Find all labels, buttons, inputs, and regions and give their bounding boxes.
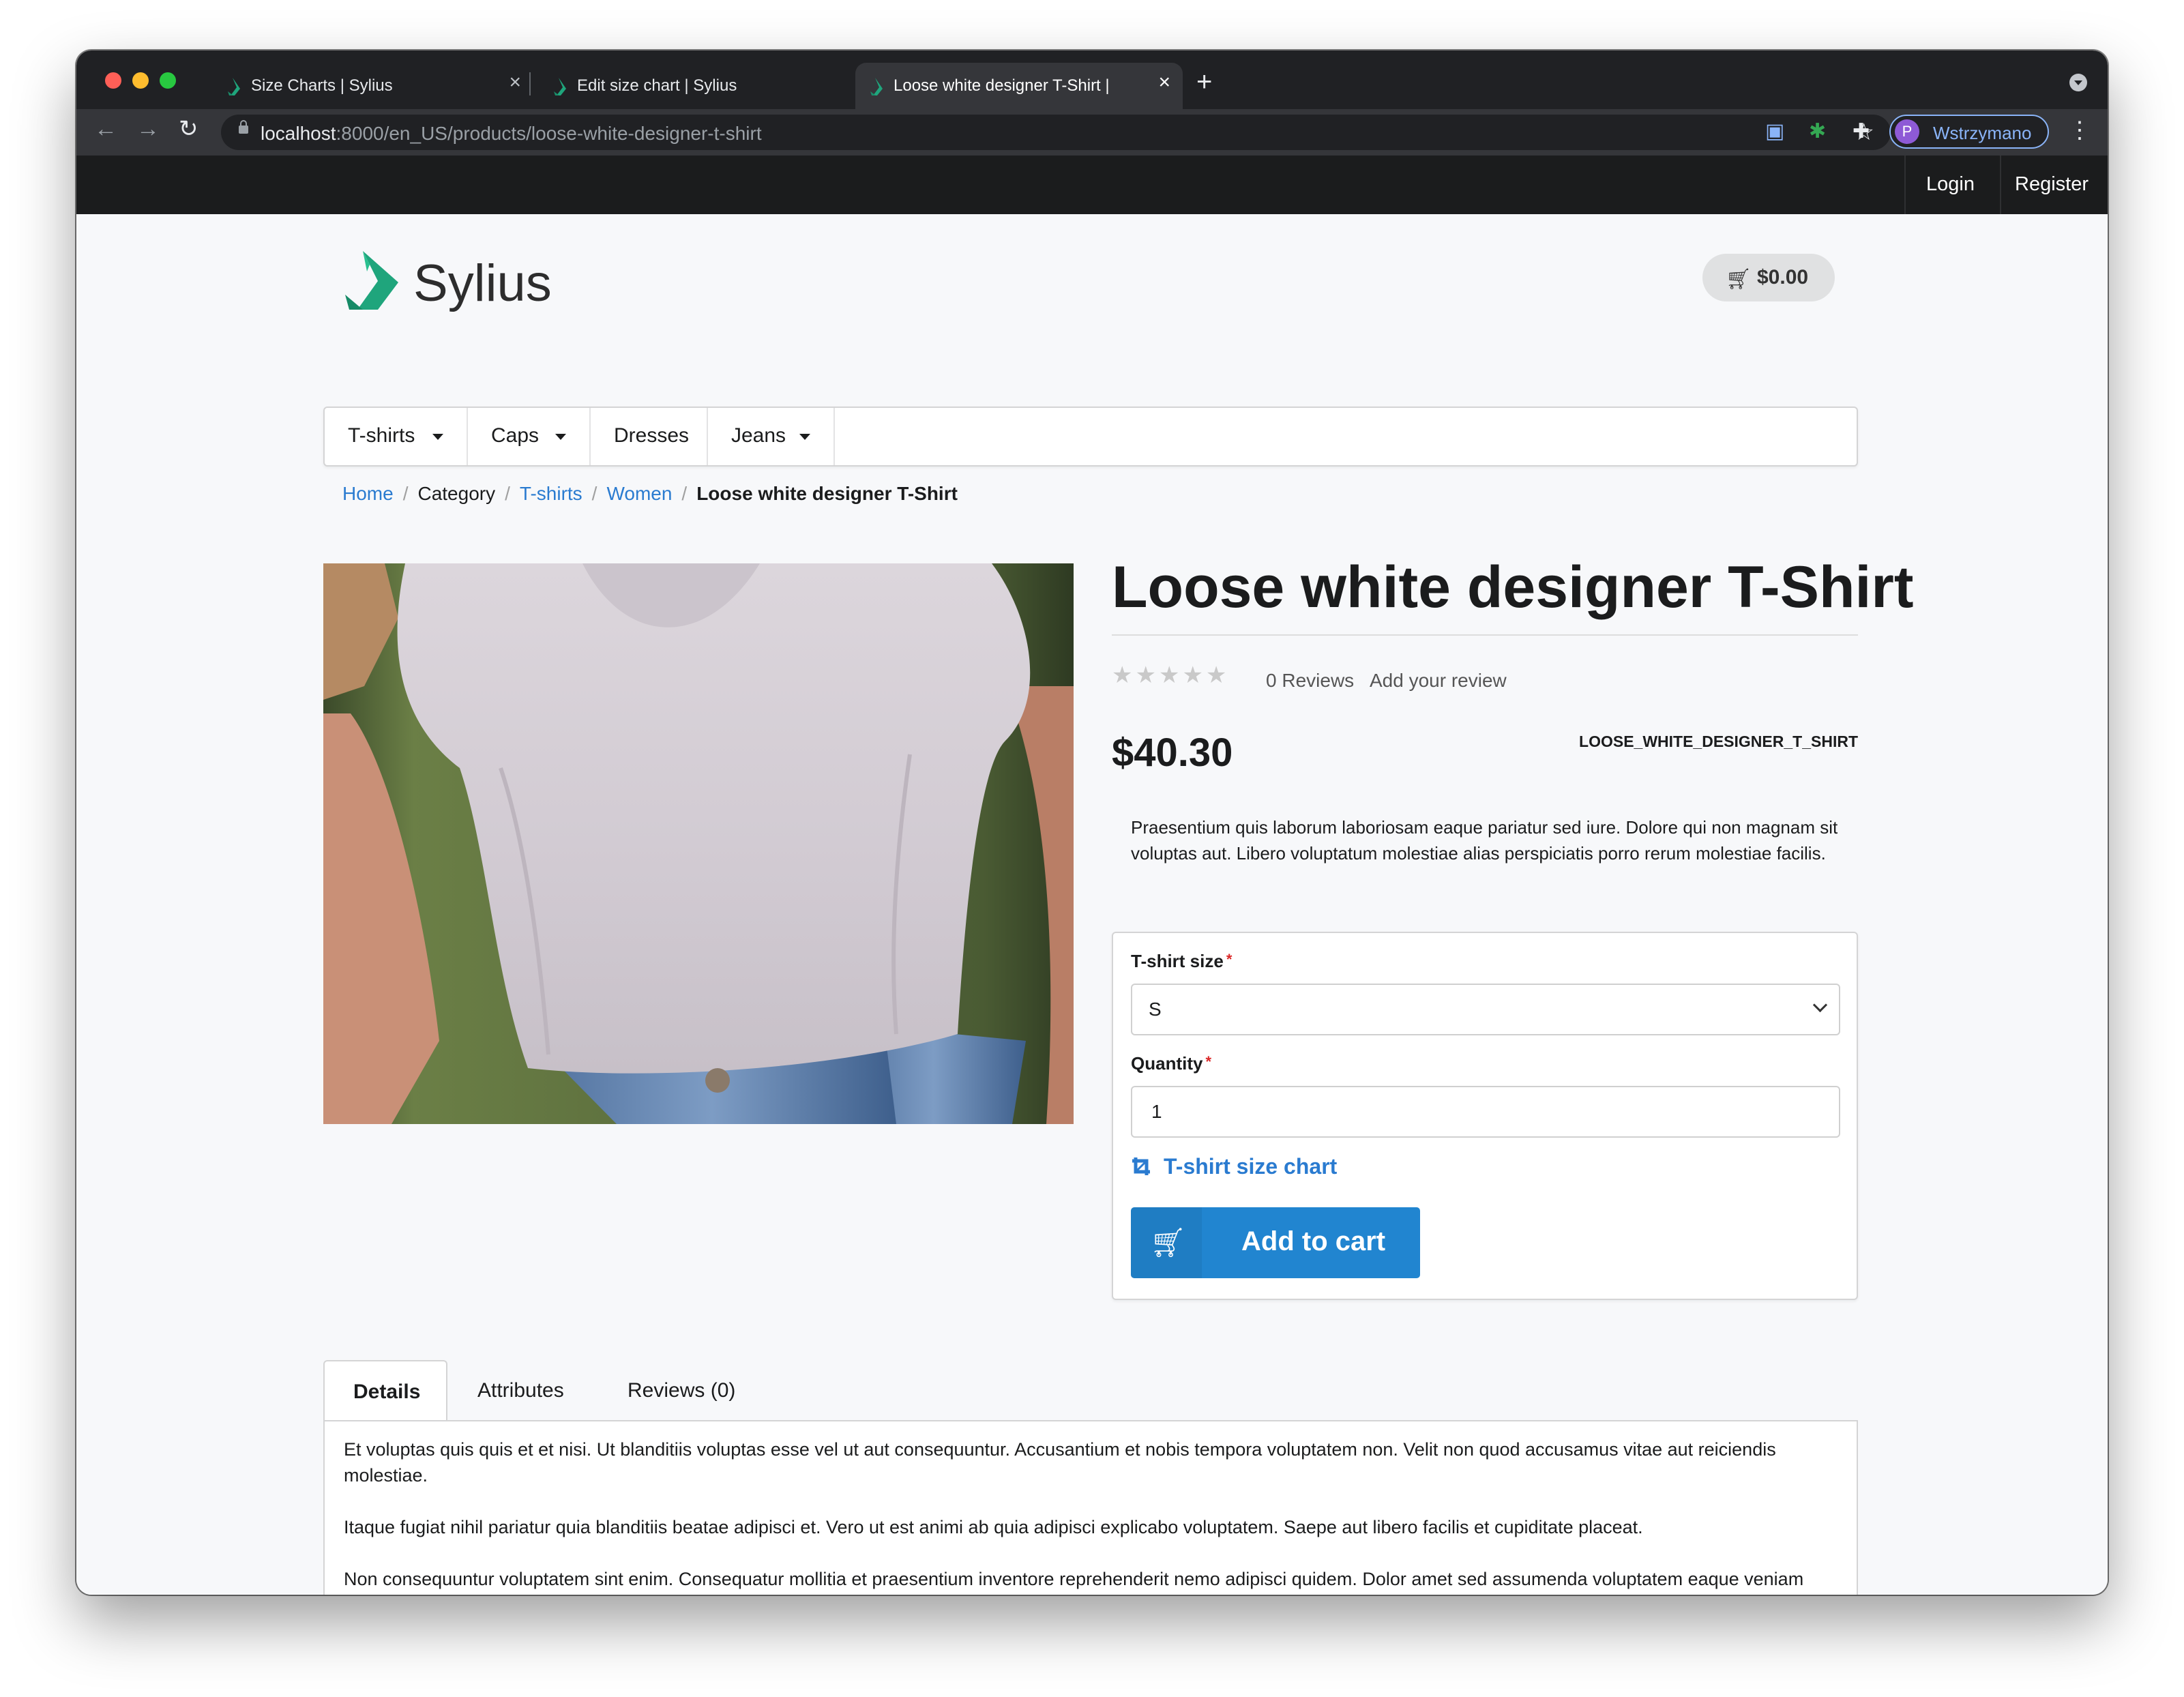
quantity-label: Quantity * [1131,1053,1212,1074]
product-price: $40.30 [1112,731,1233,775]
avatar: P [1895,119,1919,144]
back-arrow-icon[interactable]: ← [94,117,117,141]
cart-icon: 🛒︎ [1150,1226,1187,1258]
cart-total: $0.00 [1757,266,1809,289]
product-title: Loose white designer T-Shirt [1112,555,1914,620]
browser-toolbar: ← → ↻ localhost:8000/en_US/products/loos… [76,109,2108,156]
details-panel: Et voluptas quis quis et et nisi. Ut bla… [323,1420,1858,1595]
breadcrumb-separator: / [402,483,409,504]
tab-separator [529,72,531,95]
breadcrumb: Home / Category / T-shirts / Women / Loose white… [342,483,958,505]
menu-item-label: Dresses [614,424,690,447]
tab-title: Loose white designer T-Shirt | [894,76,1110,95]
reviews-count: 0 Reviews [1266,670,1355,691]
add-to-cart-button[interactable]: 🛒︎ Add to cart [1131,1207,1420,1278]
maximize-window-button[interactable] [160,72,176,89]
tab-title: Edit size chart | Sylius [577,76,737,95]
close-tab-icon[interactable]: × [1158,72,1170,93]
add-review-link[interactable]: Add your review [1370,670,1507,692]
size-chart-link[interactable]: T-shirt size chart [1131,1154,1337,1179]
menu-item-label: T-shirts [348,424,415,447]
breadcrumb-women[interactable]: Women [606,483,672,504]
breadcrumb-home[interactable]: Home [342,483,394,504]
menu-item-label: Jeans [731,424,786,447]
breadcrumb-current: Loose white designer T-Shirt [696,483,958,504]
new-tab-icon[interactable]: + [1196,68,1212,95]
close-tab-icon[interactable]: × [509,72,521,93]
register-link[interactable]: Register [2015,173,2089,196]
add-to-cart-label: Add to cart [1241,1226,1386,1256]
tab-title: Size Charts | Sylius [251,76,393,95]
cart-button[interactable]: 🛒︎ $0.00 [1702,254,1835,301]
size-label: T-shirt size * [1131,951,1233,971]
quantity-input[interactable]: 1 [1131,1086,1840,1138]
sylius-favicon-icon [554,78,566,95]
menu-item-dresses[interactable]: Dresses [591,408,708,465]
login-link[interactable]: Login [1926,173,1975,196]
product-tabs: Details Attributes Reviews (0) [323,1360,1858,1421]
screen-capture-extension-icon[interactable]: ▣ [1765,121,1784,142]
details-paragraph: Et voluptas quis quis et et nisi. Ut bla… [344,1439,1776,1486]
close-window-button[interactable] [105,72,121,89]
product-image[interactable] [323,563,1074,1124]
browser-window: Size Charts | Sylius × Edit size chart |… [76,50,2108,1595]
account-topbar: Login Register [76,156,2108,214]
address-bar[interactable]: localhost:8000/en_US/products/loose-whit… [221,115,1891,150]
dropdown-caret-icon [799,434,810,440]
tab-strip: Size Charts | Sylius × Edit size chart |… [76,50,2108,109]
required-mark: * [1205,1053,1212,1070]
browser-tab-size-charts[interactable]: Size Charts | Sylius × [213,63,533,109]
breadcrumb-separator: / [505,483,510,504]
size-select[interactable]: S [1131,984,1840,1035]
browser-menu-icon[interactable]: ⋮ [2068,119,2091,142]
crop-icon [1132,1157,1150,1175]
forward-arrow-icon[interactable]: → [136,117,160,141]
quantity-value: 1 [1151,1101,1162,1122]
profile-name: Wstrzymano [1933,123,2032,143]
breadcrumb-separator: / [681,483,688,504]
reload-icon[interactable]: ↻ [179,117,198,141]
bug-extension-icon[interactable]: ✱ [1809,121,1826,142]
dropdown-caret-icon [432,434,443,440]
browser-tab-product[interactable]: Loose white designer T-Shirt | × [855,63,1183,109]
chevron-down-icon [1812,997,1828,1013]
sylius-favicon-icon [870,78,883,95]
dropdown-caret-icon [555,434,566,440]
breadcrumb-tshirts[interactable]: T-shirts [520,483,582,504]
size-select-value: S [1149,999,1162,1020]
sylius-favicon-icon [228,78,240,95]
divider [2000,156,2001,214]
tab-attributes[interactable]: Attributes [477,1360,573,1421]
details-paragraph: Itaque fugiat nihil pariatur quia blandi… [344,1517,1643,1537]
breadcrumb-category: Category [417,483,496,504]
details-paragraph: Non consequuntur voluptatem sint enim. C… [344,1569,1804,1589]
menu-item-caps[interactable]: Caps [468,408,591,465]
extensions-puzzle-icon[interactable]: ✚ [1853,121,1870,142]
minimize-window-button[interactable] [132,72,149,89]
category-menu: T-shirts Caps Dresses Jeans [323,407,1858,467]
cart-icon-box: 🛒︎ [1131,1207,1202,1278]
menu-item-tshirts[interactable]: T-shirts [325,408,468,465]
lock-icon[interactable] [239,120,248,134]
required-mark: * [1226,951,1233,968]
page-content: Login Register Sylius 🛒︎ $0.00 T-shirts … [76,156,2108,1595]
menu-item-jeans[interactable]: Jeans [708,408,835,465]
tab-search-icon[interactable] [2069,74,2087,91]
cart-icon: 🛒︎ [1726,268,1752,291]
profile-button[interactable]: P Wstrzymano [1889,115,2049,149]
product-short-description: Praesentium quis laborum laboriosam eaqu… [1131,817,1838,864]
brand-name[interactable]: Sylius [413,254,552,313]
url-text: localhost:8000/en_US/products/loose-whit… [261,123,762,144]
add-to-cart-form: T-shirt size * S Quantity * 1 T-shirt size… [1112,932,1858,1300]
divider [1904,156,1906,214]
sylius-logo-icon[interactable] [342,251,404,312]
tab-details[interactable]: Details [323,1360,447,1421]
title-divider [1112,634,1858,636]
menu-item-label: Caps [491,424,540,447]
tab-reviews[interactable]: Reviews (0) [628,1360,743,1421]
breadcrumb-separator: / [591,483,597,504]
product-code: LOOSE_WHITE_DESIGNER_T_SHIRT [1579,733,1858,750]
rating-stars[interactable]: ★★★★★ [1112,662,1229,689]
